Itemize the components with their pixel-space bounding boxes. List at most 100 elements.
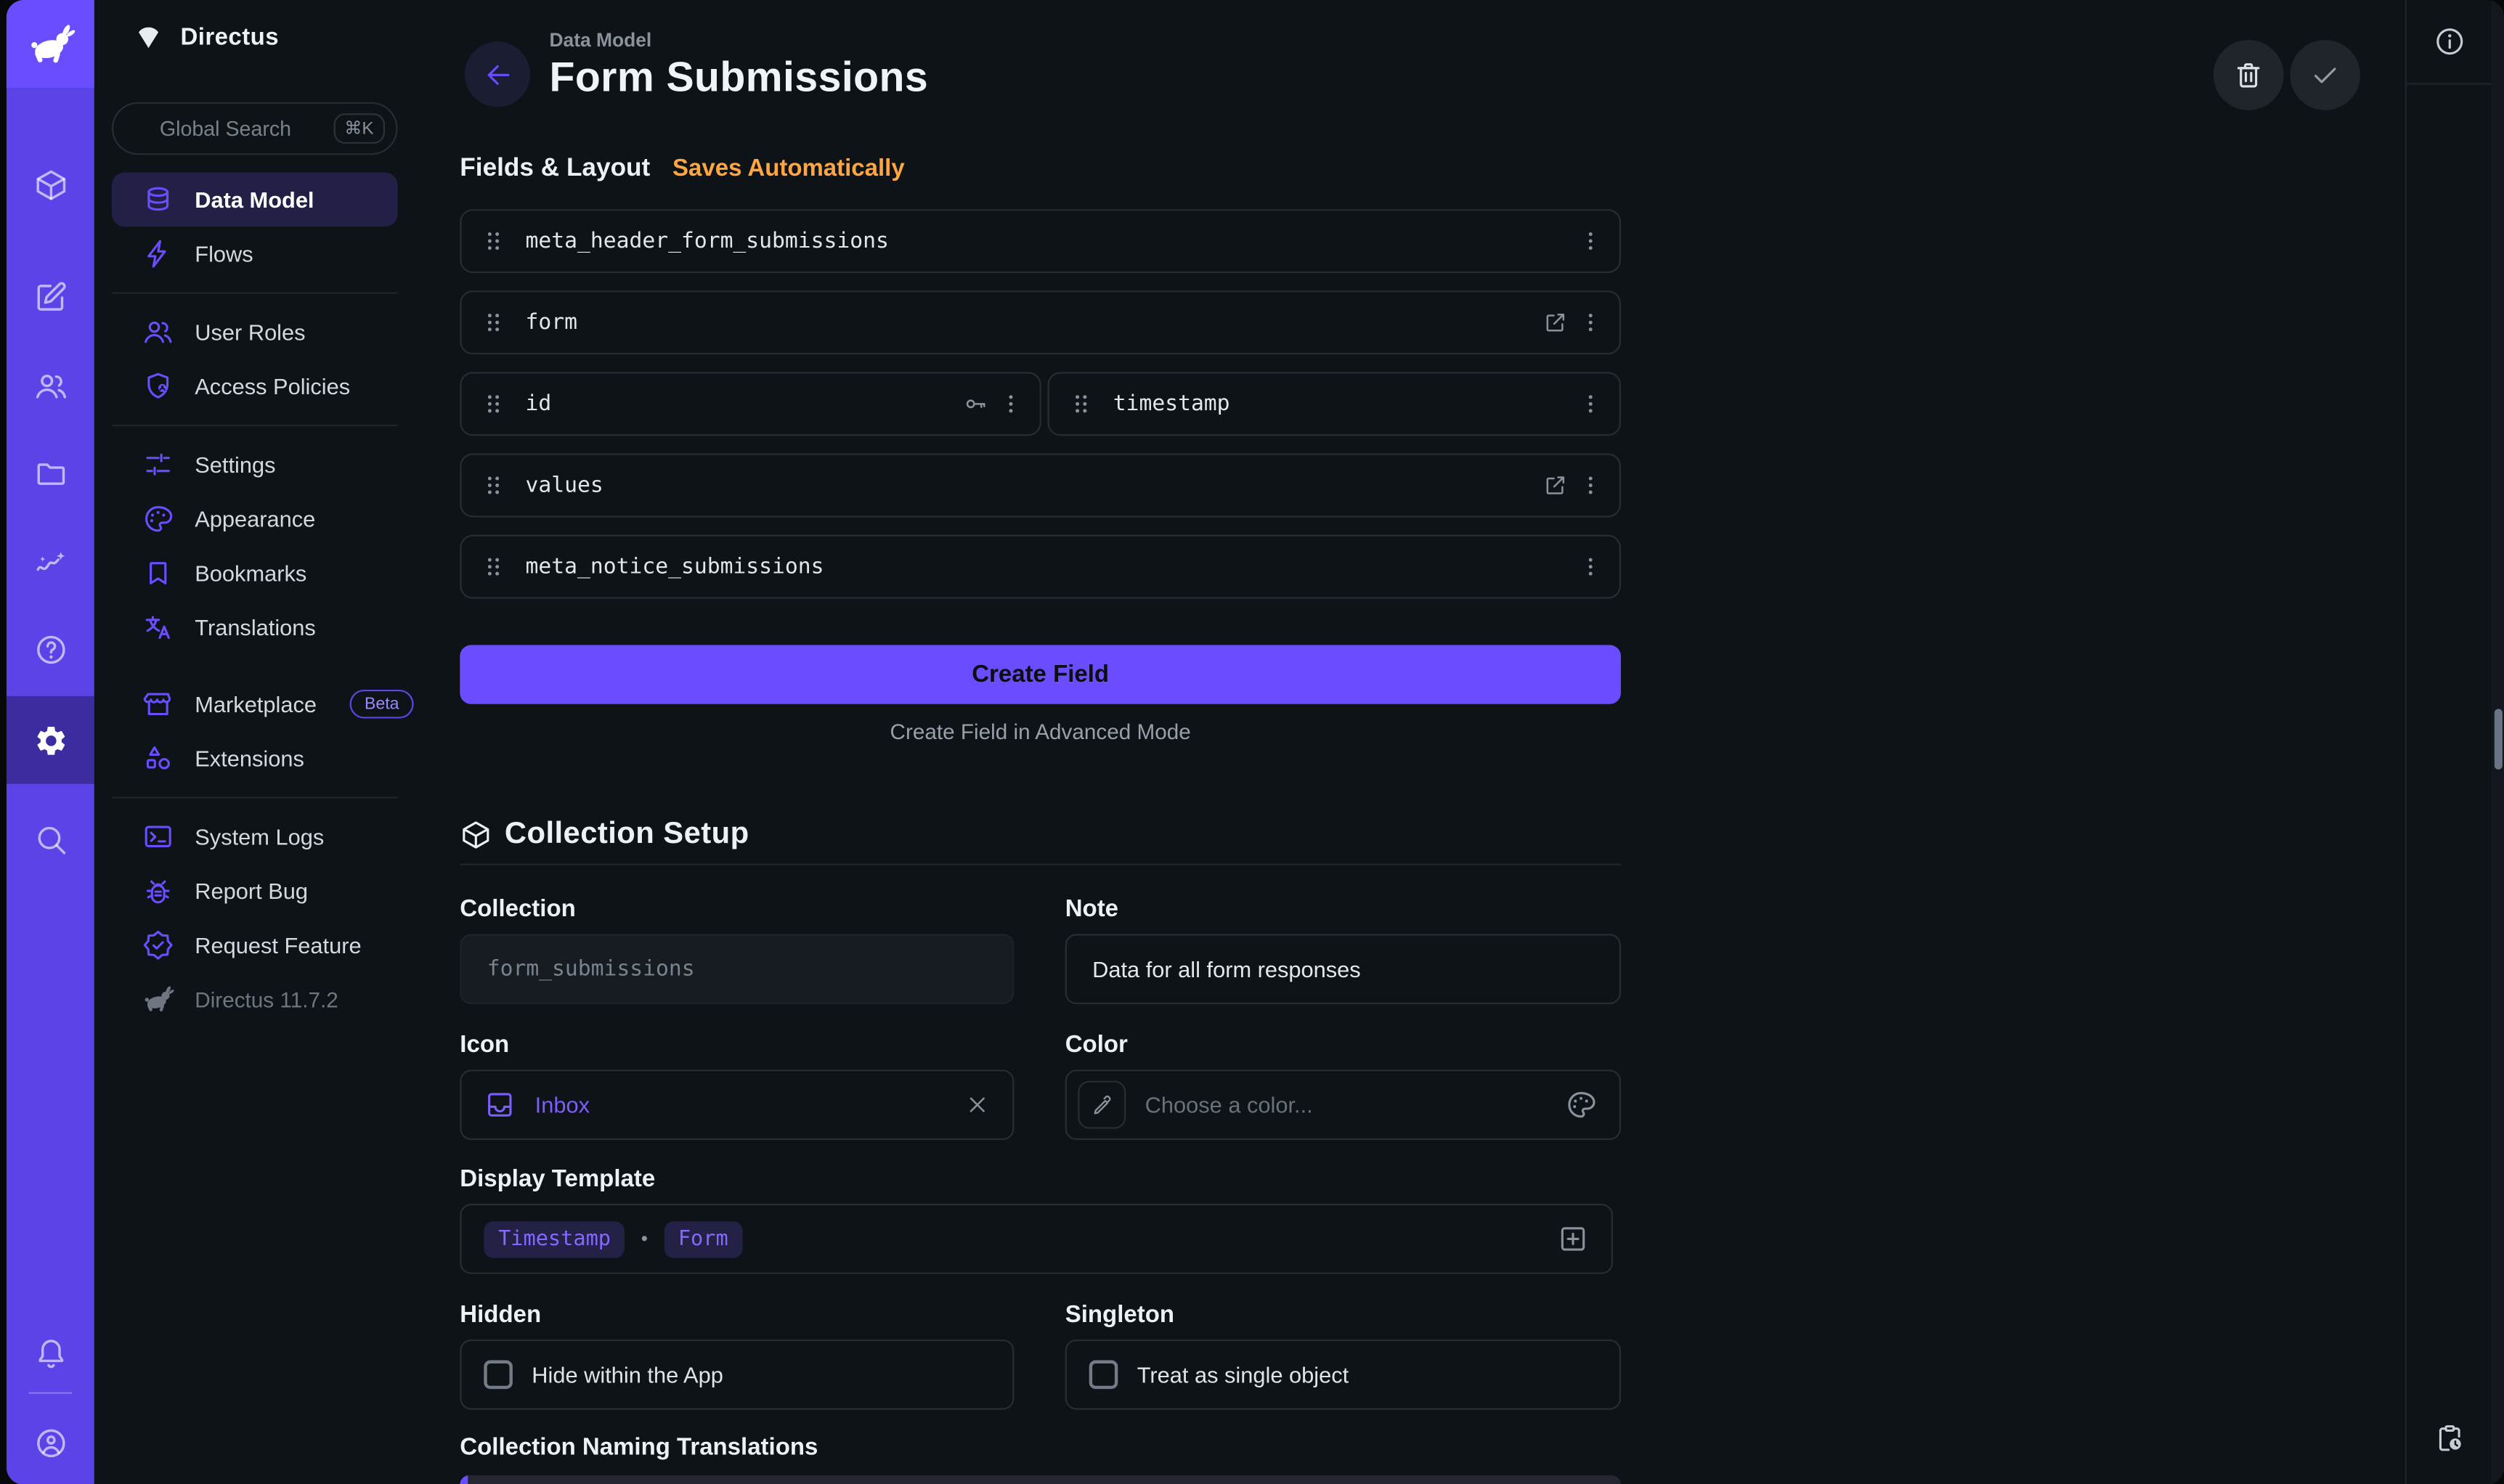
palette-button[interactable] [1565,1089,1597,1121]
sidebar-item-system-logs[interactable]: System Logs [112,810,398,864]
field-row-values[interactable]: values [460,454,1621,518]
hidden-checkbox[interactable] [484,1361,513,1390]
box-icon [33,167,68,202]
kebab-menu-icon[interactable] [1578,473,1603,498]
module-settings[interactable] [7,696,94,784]
sidebar-item-access-policies[interactable]: Access Policies [112,359,398,414]
module-users[interactable] [7,342,94,430]
sidebar-item-appearance[interactable]: Appearance [112,492,398,546]
drag-handle-icon[interactable] [481,391,506,417]
sidebar-item-label: Report Bug [195,878,308,903]
clear-icon-button[interactable] [964,1092,990,1117]
field-row-id[interactable]: id [460,372,1041,436]
notifications-button[interactable] [7,1309,94,1397]
clipboard-clock-icon [2434,1422,2466,1454]
insights-icon [33,544,68,579]
scrollbar-track[interactable] [2491,0,2504,1484]
field-row-meta-header[interactable]: meta_header_form_submissions [460,209,1621,273]
drag-handle-icon[interactable] [1068,391,1094,417]
directus-logo[interactable] [7,0,94,88]
singleton-checkbox[interactable] [1089,1361,1118,1390]
field-name: id [525,391,551,417]
header-actions [2214,40,2360,110]
kebab-menu-icon[interactable] [998,391,1023,417]
color-field[interactable] [1065,1069,1621,1140]
field-row-meta-notice[interactable]: meta_notice_submissions [460,535,1621,599]
tune-icon [142,449,174,481]
gear-icon [33,722,68,757]
sidebar-item-settings[interactable]: Settings [112,438,398,492]
search-placeholder: Global Search [160,117,291,141]
info-sidebar-button[interactable] [2434,25,2466,57]
drag-handle-icon[interactable] [481,310,506,335]
drag-handle-icon[interactable] [481,554,506,579]
eyedropper-button[interactable] [1078,1081,1126,1129]
delete-collection-button[interactable] [2214,40,2284,110]
sidebar-item-bookmarks[interactable]: Bookmarks [112,546,398,600]
sidebar-item-data-model[interactable]: Data Model [112,172,398,227]
module-insights[interactable] [7,517,94,605]
singleton-checkbox-field[interactable]: Treat as single object [1065,1340,1621,1410]
module-search[interactable] [7,795,94,883]
fields-layout-header: Fields & Layout Saves Automatically [460,155,904,184]
key-icon [963,391,988,417]
directus-app: Directus Global Search ⌘K Data Model Flo… [0,0,2504,1484]
sidebar-item-report-bug[interactable]: Report Bug [112,864,398,918]
folder-icon [33,456,68,491]
module-help[interactable] [7,605,94,693]
collection-setup-header: Collection Setup [460,818,749,852]
display-template-label: Display Template [460,1165,655,1192]
external-link-icon [1542,310,1568,335]
advanced-mode-link[interactable]: Create Field in Advanced Mode [460,720,1621,744]
drag-handle-icon[interactable] [481,473,506,498]
note-field[interactable] [1065,934,1621,1004]
sidebar-item-label: Request Feature [195,932,361,958]
color-input[interactable] [1142,1090,1565,1120]
user-menu-button[interactable] [7,1398,94,1484]
avatar-icon [33,1425,68,1460]
hidden-label: Hidden [460,1301,1014,1328]
collection-label: Collection [460,896,1014,923]
note-input[interactable] [1089,955,1597,984]
kebab-menu-icon[interactable] [1578,391,1603,417]
module-content[interactable] [7,141,94,229]
global-search-input[interactable]: Global Search ⌘K [112,102,398,155]
sidebar-item-translations[interactable]: Translations [112,600,398,655]
box-icon [460,819,492,851]
version-label: Directus 11.7.2 [195,987,338,1011]
sidebar-item-flows[interactable]: Flows [112,227,398,281]
app-version: Directus 11.7.2 [112,972,398,1027]
display-template-field[interactable]: Timestamp • Form [460,1204,1613,1274]
scrollbar-thumb[interactable] [2494,709,2502,770]
kebab-menu-icon[interactable] [1578,228,1603,253]
sidebar-item-label: Extensions [195,746,304,771]
sidebar-item-request-feature[interactable]: Request Feature [112,918,398,972]
create-field-button[interactable]: Create Field [460,645,1621,704]
sidebar-item-marketplace[interactable]: Marketplace Beta [112,677,398,731]
icon-field[interactable]: Inbox [460,1069,1014,1140]
add-field-button[interactable] [1557,1223,1589,1255]
sidebar-item-extensions[interactable]: Extensions [112,731,398,786]
module-editor[interactable] [7,252,94,340]
eyedropper-icon [1090,1093,1114,1117]
project-name: Directus [180,23,279,50]
field-row-form[interactable]: form [460,290,1621,354]
fields-layout-title: Fields & Layout [460,155,650,184]
section-divider [460,864,1621,865]
translations-row-partial[interactable] [460,1475,1621,1484]
hidden-checkbox-label: Hide within the App [532,1362,723,1387]
sidebar-item-user-roles[interactable]: User Roles [112,305,398,359]
save-button[interactable] [2290,40,2360,110]
activity-sidebar-button[interactable] [2434,1422,2466,1454]
translate-icon [142,611,174,643]
template-chip-form: Form [664,1220,742,1257]
hidden-checkbox-field[interactable]: Hide within the App [460,1340,1014,1410]
field-row-timestamp[interactable]: timestamp [1048,372,1621,436]
project-header[interactable]: Directus [133,21,279,53]
field-name: meta_header_form_submissions [525,228,888,253]
kebab-menu-icon[interactable] [1578,554,1603,579]
drag-handle-icon[interactable] [481,228,506,253]
module-files[interactable] [7,430,94,518]
template-separator: • [641,1228,648,1250]
kebab-menu-icon[interactable] [1578,310,1603,335]
